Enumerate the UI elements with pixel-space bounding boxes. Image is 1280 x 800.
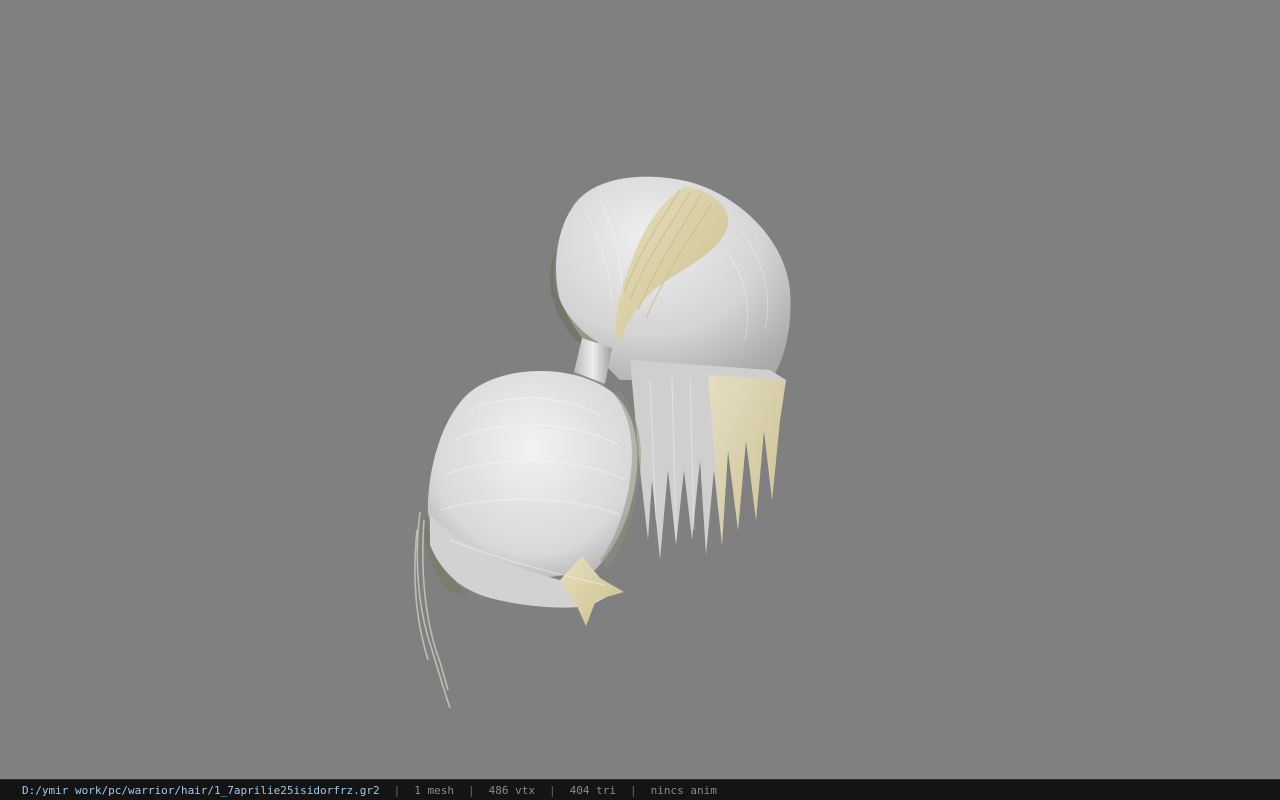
status-separator: |	[629, 783, 637, 797]
vertex-count-label: 486 vtx	[488, 783, 535, 797]
status-separator: |	[548, 783, 556, 797]
triangle-count-label: 404 tri	[569, 783, 616, 797]
hanging-strands	[630, 360, 786, 560]
model-viewer-window: D:/ymir work/pc/warrior/hair/1_7aprilie2…	[0, 0, 1280, 800]
animation-status-label: nincs anim	[650, 783, 717, 797]
file-path-label: D:/ymir work/pc/warrior/hair/1_7aprilie2…	[22, 783, 380, 797]
status-separator: |	[468, 783, 475, 797]
mesh-count-label: 1 mesh	[414, 783, 454, 797]
lower-hair-bun	[424, 371, 642, 626]
status-separator: |	[393, 783, 401, 797]
status-bar: D:/ymir work/pc/warrior/hair/1_7aprilie2…	[0, 779, 1280, 800]
3d-viewport[interactable]	[0, 0, 1280, 779]
hair-model-render	[414, 176, 791, 709]
